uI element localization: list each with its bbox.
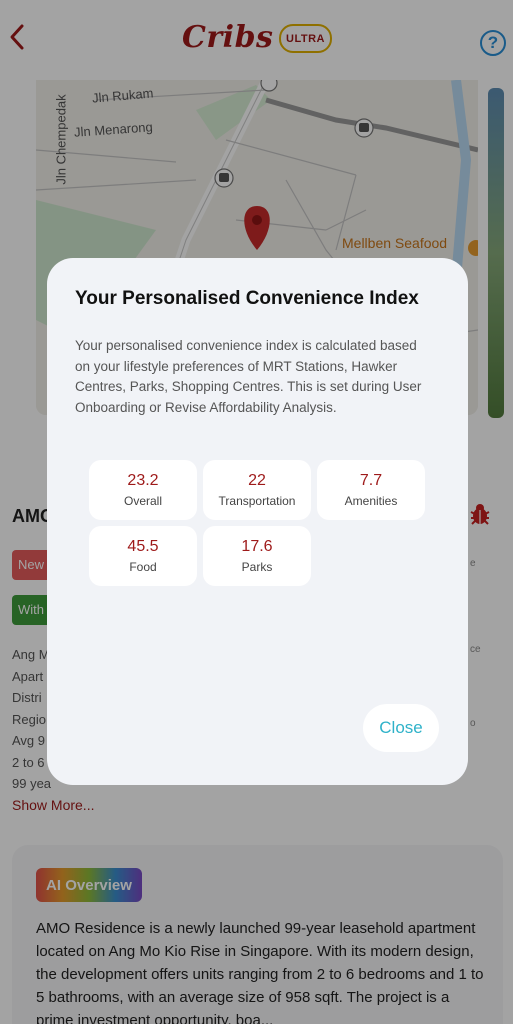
metric-label: Parks — [241, 560, 273, 574]
metric-amenities: 7.7 Amenities — [317, 460, 425, 520]
metric-value: 7.7 — [359, 472, 383, 489]
metric-value: 45.5 — [127, 538, 159, 555]
convenience-index-modal: Your Personalised Convenience Index Your… — [47, 258, 468, 785]
modal-description: Your personalised convenience index is c… — [75, 338, 422, 415]
modal-title: Your Personalised Convenience Index — [75, 288, 419, 309]
metric-overall: 23.2 Overall — [89, 460, 197, 520]
metric-label: Transportation — [218, 494, 296, 508]
metric-value: 23.2 — [127, 472, 159, 489]
metric-label: Overall — [123, 494, 162, 508]
metric-value: 22 — [248, 472, 266, 489]
metric-parks: 17.6 Parks — [203, 526, 311, 586]
metric-label: Food — [129, 560, 157, 574]
metric-value: 17.6 — [241, 538, 273, 555]
metric-food: 45.5 Food — [89, 526, 197, 586]
metric-transportation: 22 Transportation — [203, 460, 311, 520]
close-button[interactable]: Close — [363, 704, 439, 752]
metric-label: Amenities — [344, 494, 398, 508]
